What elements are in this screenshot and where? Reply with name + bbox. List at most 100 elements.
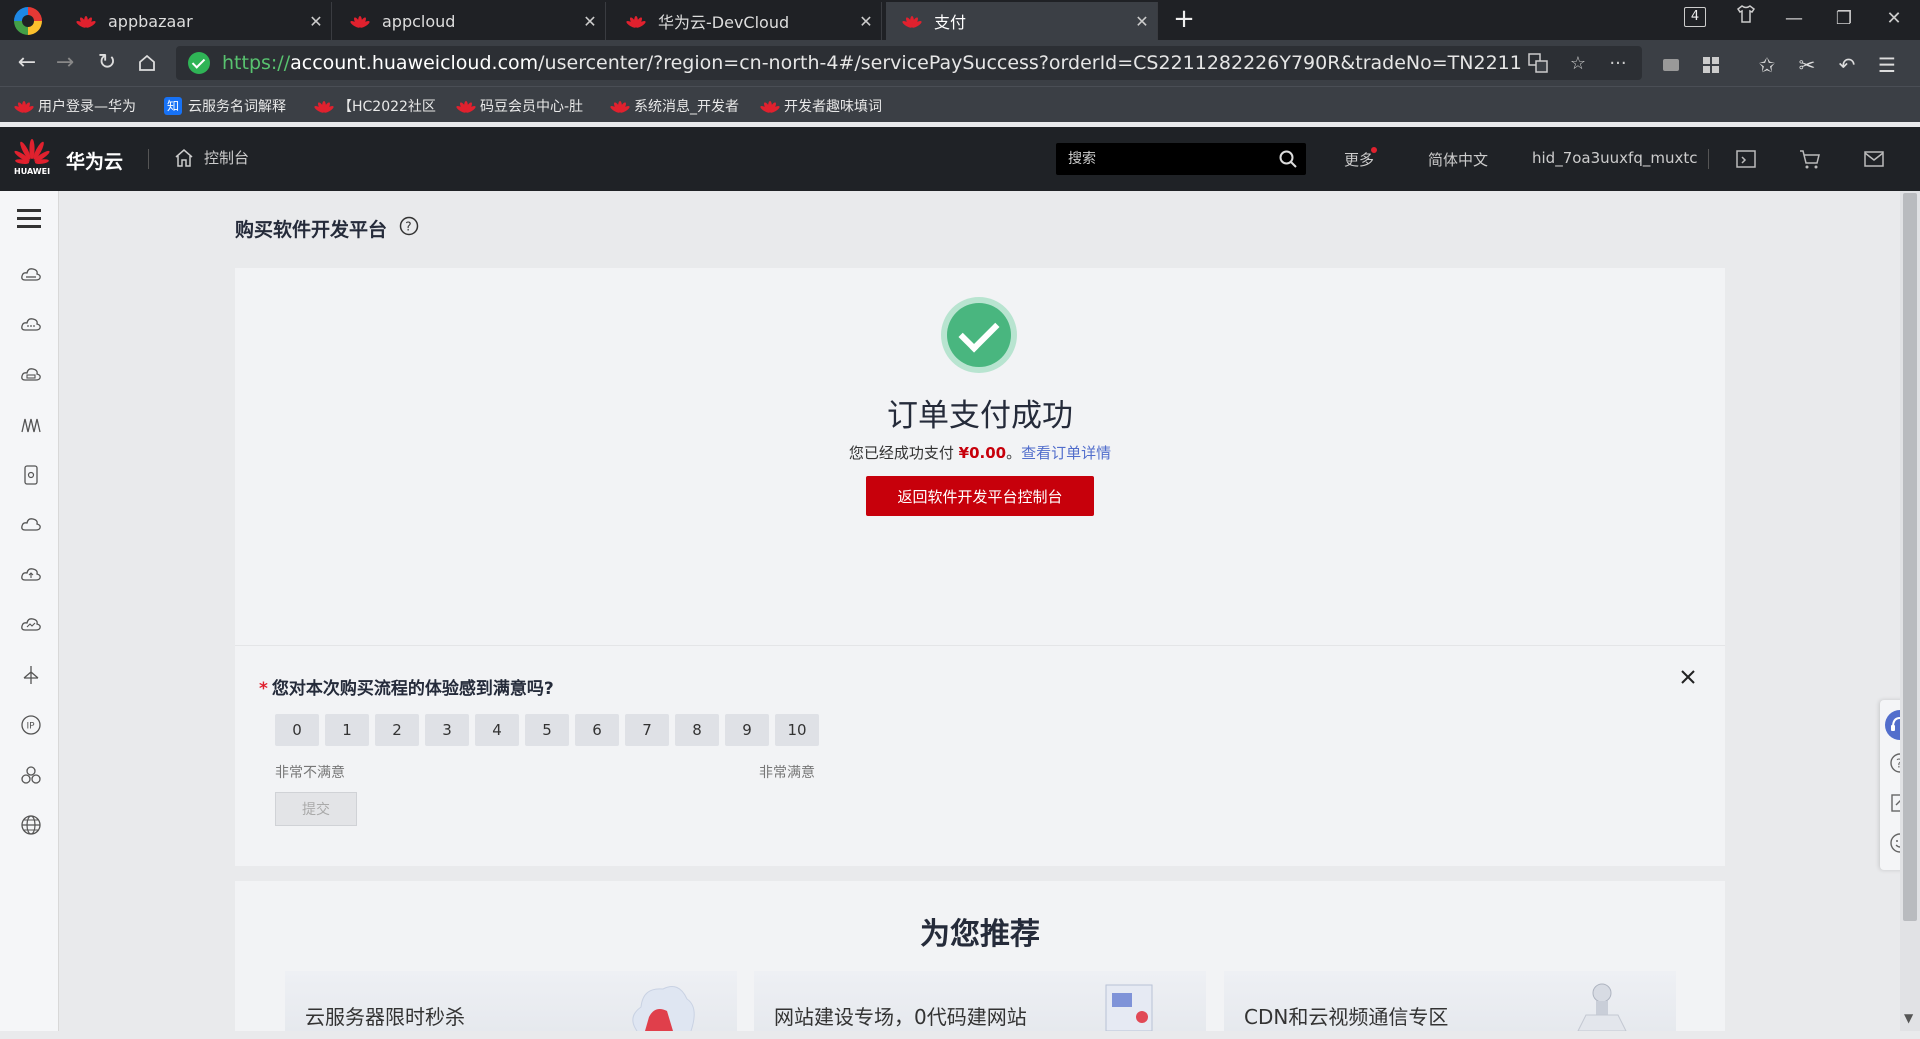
search-icon[interactable] (1278, 149, 1298, 169)
favorites-list-icon[interactable]: ✩ (1752, 50, 1782, 80)
score-option[interactable]: 10 (775, 714, 819, 746)
scissors-icon[interactable]: ✂ (1792, 50, 1822, 80)
score-option[interactable]: 7 (625, 714, 669, 746)
recommend-title: 为您推荐 (920, 917, 1040, 952)
view-order-detail-link[interactable]: 查看订单详情 (1021, 444, 1111, 462)
score-option[interactable]: 4 (475, 714, 519, 746)
browser-tab-bar: appbazaar ✕ appcloud ✕ 华为云-DevCloud ✕ 支付… (0, 0, 1920, 40)
scrollbar-thumb[interactable] (1903, 193, 1917, 921)
hamburger-menu-icon[interactable] (17, 209, 41, 229)
help-circle-icon[interactable]: ? (399, 216, 419, 236)
return-console-button[interactable]: 返回软件开发平台控制台 (866, 476, 1094, 516)
close-tab-icon[interactable]: ✕ (851, 12, 881, 31)
apps-grid-icon[interactable] (1696, 50, 1726, 80)
huawei-wordmark: HUAWEI (14, 167, 51, 176)
back-arrow-icon[interactable]: ← (12, 48, 42, 78)
cloud-server-icon[interactable] (19, 263, 43, 287)
close-icon[interactable] (1679, 668, 1697, 686)
cloud-shell-icon[interactable] (1734, 147, 1758, 171)
recommend-card[interactable]: CDN和云视频通信专区 (1224, 971, 1676, 1031)
main-content: 购买软件开发平台 ? 订单支付成功 您已经成功支付 ¥0.00。查看订单详情 返… (60, 191, 1900, 1031)
cloud-dots-icon[interactable] (19, 313, 43, 337)
huawei-favicon-icon (13, 98, 35, 114)
user-account-menu[interactable]: hid_7oa3uuxfq_muxtc (1532, 149, 1697, 167)
bookmark-item[interactable]: 开发者趣味填词 (759, 95, 882, 117)
language-switch[interactable]: 简体中文 (1428, 149, 1488, 170)
search-input[interactable] (1056, 143, 1266, 175)
home-icon[interactable] (132, 48, 162, 78)
undo-icon[interactable]: ↶ (1832, 50, 1862, 80)
cloud-upload-icon[interactable] (19, 563, 43, 587)
star-bookmark-icon[interactable]: ☆ (1566, 52, 1590, 76)
forward-arrow-icon[interactable]: → (50, 48, 80, 78)
bookmark-item[interactable]: 码豆会员中心-肚 (455, 95, 583, 117)
more-menu[interactable]: 更多 (1344, 149, 1374, 170)
network-icon[interactable] (19, 413, 43, 437)
tab-appbazaar[interactable]: appbazaar ✕ (60, 2, 332, 40)
tab-count-badge[interactable]: 4 (1684, 7, 1706, 27)
browser-logo-icon[interactable] (14, 7, 42, 35)
new-tab-plus-icon[interactable]: + (1168, 4, 1200, 36)
recommend-card-label: 网站建设专场，0代码建网站 (774, 1005, 1027, 1029)
console-link[interactable]: 控制台 (174, 147, 249, 168)
mail-icon[interactable] (1862, 147, 1886, 171)
bookmark-item[interactable]: 用户登录—华为 (13, 95, 136, 117)
payment-success-card: 订单支付成功 您已经成功支付 ¥0.00。查看订单详情 返回软件开发平台控制台 (235, 268, 1725, 645)
close-tab-icon[interactable]: ✕ (575, 12, 605, 31)
score-option[interactable]: 5 (525, 714, 569, 746)
scroll-down-arrow-icon[interactable]: ▼ (1904, 1011, 1913, 1025)
bookmark-item[interactable]: 知 云服务名词解释 (164, 95, 286, 117)
reload-icon[interactable]: ↻ (92, 48, 122, 78)
bookmark-item[interactable]: 系统消息_开发者 (609, 95, 739, 117)
menu-icon[interactable]: ☰ (1872, 50, 1902, 80)
success-check-icon (941, 297, 1017, 373)
huawei-cloud-title[interactable]: 华为云 (66, 147, 123, 174)
huawei-favicon-icon (901, 13, 923, 29)
globe-icon[interactable] (19, 813, 43, 837)
url-text[interactable]: https://account.huaweicloud.com/usercent… (222, 52, 1522, 74)
page-scrollbar[interactable]: ▼ (1900, 191, 1920, 1031)
recommend-card-label: CDN和云视频通信专区 (1244, 1005, 1449, 1029)
close-tab-icon[interactable]: ✕ (1127, 12, 1157, 31)
close-tab-icon[interactable]: ✕ (301, 12, 331, 31)
close-window-icon[interactable]: ✕ (1874, 4, 1914, 34)
zhihu-favicon-icon: 知 (164, 97, 182, 115)
cloud-storage-icon[interactable] (19, 363, 43, 387)
cluster-icon[interactable] (19, 763, 43, 787)
restore-icon[interactable]: ❐ (1824, 4, 1864, 34)
score-option[interactable]: 1 (325, 714, 369, 746)
score-option[interactable]: 8 (675, 714, 719, 746)
cloud-icon[interactable] (19, 513, 43, 537)
score-option[interactable]: 9 (725, 714, 769, 746)
ip-icon[interactable]: IP (19, 713, 43, 737)
huawei-petal-icon (14, 137, 50, 165)
required-mark: * (259, 679, 268, 699)
score-option[interactable]: 6 (575, 714, 619, 746)
deploy-arrow-icon[interactable] (19, 663, 43, 687)
score-option[interactable]: 2 (375, 714, 419, 746)
score-option[interactable]: 0 (275, 714, 319, 746)
cloud-monitor-icon[interactable] (19, 613, 43, 637)
score-option[interactable]: 3 (425, 714, 469, 746)
satisfaction-survey: * 您对本次购买流程的体验感到满意吗? 0 1 2 3 4 5 6 7 8 9 1… (235, 645, 1725, 866)
more-dots-icon[interactable]: ··· (1606, 52, 1630, 76)
cart-icon[interactable] (1798, 147, 1822, 171)
tab-label: 华为云-DevCloud (658, 13, 790, 32)
bookmark-item[interactable]: 【HC2022社区 (313, 95, 436, 117)
huawei-favicon-icon (455, 98, 477, 114)
translate-icon[interactable] (1526, 52, 1550, 76)
tab-appcloud[interactable]: appcloud ✕ (334, 2, 606, 40)
huawei-logo[interactable]: HUAWEI (14, 137, 50, 177)
shield-extension-icon[interactable] (1656, 50, 1686, 80)
database-icon[interactable] (19, 463, 43, 487)
recommend-card[interactable]: 云服务器限时秒杀 (285, 971, 737, 1031)
skin-shirt-icon[interactable] (1726, 4, 1766, 34)
minimize-icon[interactable]: — (1774, 4, 1814, 34)
address-bar[interactable]: https://account.huaweicloud.com/usercent… (176, 46, 1642, 80)
tab-payment[interactable]: 支付 ✕ (886, 2, 1158, 40)
tab-devcloud[interactable]: 华为云-DevCloud ✕ (610, 2, 882, 40)
scale-high-label: 非常满意 (759, 765, 815, 781)
recommend-card[interactable]: 网站建设专场，0代码建网站 (754, 971, 1206, 1031)
huawei-favicon-icon (313, 98, 335, 114)
submit-button[interactable]: 提交 (275, 792, 357, 826)
